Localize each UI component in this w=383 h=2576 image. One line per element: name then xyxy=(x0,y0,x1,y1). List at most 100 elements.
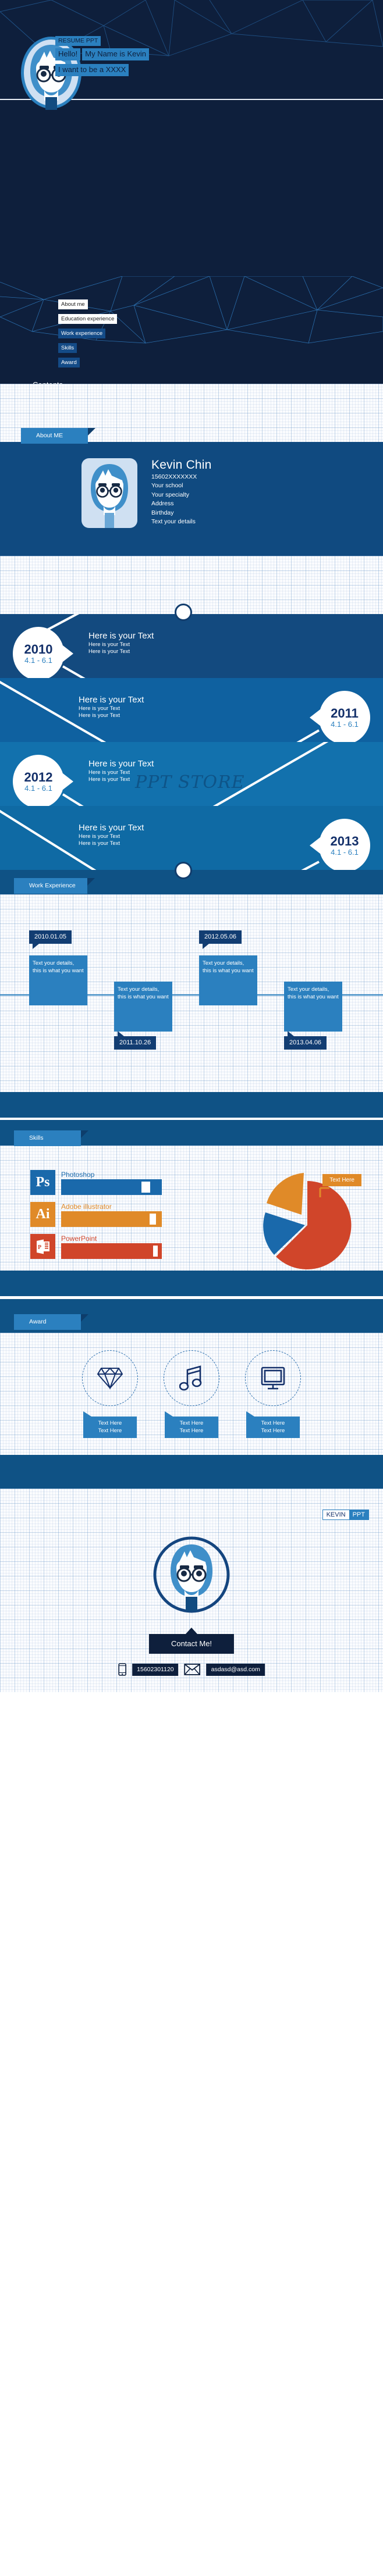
about-detail-school: Your school xyxy=(151,482,183,490)
timeline-sub-2: Here is your Text xyxy=(88,648,130,655)
skills-pie-chart: Text Here xyxy=(255,1172,361,1273)
timeline-year: 2012 xyxy=(24,770,53,784)
timeline-text-2011: Here is your Text Here is your Text Here… xyxy=(79,694,144,719)
award-item-1[interactable]: Text Here Text Here xyxy=(81,1350,139,1438)
award-text-line1: Text Here xyxy=(179,1420,204,1426)
award-header-band: Award xyxy=(0,1299,383,1333)
timeline-bubble-2010: 2010 4.1 - 6.1 xyxy=(13,627,73,678)
skills-slide: Skills Ps Photoshop Ai Adobe illustrator… xyxy=(0,1120,383,1271)
brand-badge-right: PPT xyxy=(349,1510,368,1519)
contact-email[interactable]: asdasd@asd.com xyxy=(206,1663,265,1676)
award-circle-3 xyxy=(245,1350,301,1406)
end-avatar xyxy=(151,1534,232,1618)
work-card-4: Text your details, this is what you want xyxy=(284,982,342,1032)
phone-icon xyxy=(118,1663,126,1676)
about-name: Kevin Chin xyxy=(151,458,212,472)
contact-me-button[interactable]: Contact Me! xyxy=(148,1628,235,1654)
timeline-sub-2: Here is your Text xyxy=(88,776,130,783)
award-text-line2: Text Here xyxy=(261,1428,285,1434)
music-note-icon xyxy=(179,1365,202,1391)
work-slide: Work Experience 2010.01.05 Text your det… xyxy=(0,870,383,1092)
skills-ribbon: Skills xyxy=(14,1130,88,1146)
about-ribbon: About ME xyxy=(21,428,95,444)
timeline-range: 4.1 - 6.1 xyxy=(24,656,52,665)
end-band xyxy=(0,1455,383,1489)
pie-annotation: Text Here xyxy=(322,1174,361,1186)
cover-slide: RESUME PPT Hello! My Name is Kevin I wan… xyxy=(0,0,383,276)
timeline-row-2013: 2013 4.1 - 6.1 Here is your Text Here is… xyxy=(0,806,383,870)
email-icon xyxy=(184,1664,201,1675)
timeline-bubble-2013: 2013 4.1 - 6.1 xyxy=(310,819,370,870)
about-detail-birthday: Birthday xyxy=(151,509,174,516)
photoshop-icon: Ps xyxy=(30,1170,55,1195)
resume-ppt-page: RESUME PPT Hello! My Name is Kevin I wan… xyxy=(0,0,383,1692)
timeline-row-2012: 2012 4.1 - 6.1 Here is your Text Here is… xyxy=(0,742,383,806)
toc-item-about-me[interactable]: About me xyxy=(58,299,88,309)
about-detail-specialty: Your specialty xyxy=(151,491,189,498)
award-band-upper xyxy=(0,1271,383,1296)
toc-item-skills[interactable]: Skills xyxy=(58,343,77,353)
end-slide: KEVIN PPT Contact Me! 15602301120 asdasd… xyxy=(0,1489,383,1692)
svg-text:P: P xyxy=(38,1244,41,1251)
award-tag-1: Text Here Text Here xyxy=(83,1411,137,1438)
skills-body: Ps Photoshop Ai Adobe illustrator P Powe… xyxy=(0,1146,383,1271)
award-text-line1: Text Here xyxy=(261,1420,285,1426)
brand-badge: KEVIN PPT xyxy=(322,1510,369,1520)
cover-goal: I want to be a XXXX xyxy=(55,64,129,76)
timeline-year: 2013 xyxy=(330,834,359,848)
skill-name-illustrator: Adobe illustrator xyxy=(61,1203,112,1211)
timeline-range: 4.1 - 6.1 xyxy=(331,720,359,729)
timeline-sub-2: Here is your Text xyxy=(79,840,120,847)
timeline-bubble-2012: 2012 4.1 - 6.1 xyxy=(13,755,73,806)
skill-bar-powerpoint xyxy=(61,1243,162,1259)
award-text-line2: Text Here xyxy=(179,1428,204,1434)
timeline-connector-f xyxy=(62,793,212,806)
award-tag-3: Text Here Text Here xyxy=(246,1411,300,1438)
work-body: 2010.01.05 Text your details, this is wh… xyxy=(0,894,383,1050)
toc-item-education-experience[interactable]: Education experience xyxy=(58,314,118,324)
award-circle-1 xyxy=(82,1350,138,1406)
work-date-3: 2012.05.06 xyxy=(199,930,242,949)
powerpoint-icon: P xyxy=(30,1234,55,1259)
skills-band-upper xyxy=(0,1092,383,1118)
about-detail-address: Address xyxy=(151,500,174,508)
about-panel: About ME Kevin Chin 15602XXXXXXX Your sc… xyxy=(0,428,383,556)
timeline-sub-1: Here is your Text xyxy=(88,641,130,648)
toc-item-work-experience[interactable]: Work experience xyxy=(58,329,106,338)
polygon-decoration-2 xyxy=(0,276,383,344)
timeline-heading: Here is your Text xyxy=(79,823,144,833)
award-tag-2: Text Here Text Here xyxy=(165,1411,218,1438)
skill-bar-photoshop xyxy=(61,1179,162,1195)
timeline-row-2010: 2010 4.1 - 6.1 Here is your Text Here is… xyxy=(0,614,383,678)
timeline-text-2012: Here is your Text Here is your Text Here… xyxy=(88,758,154,783)
award-item-2[interactable]: Text Here Text Here xyxy=(162,1350,221,1438)
cover-greeting-wrap: Hello! My Name is Kevin xyxy=(55,48,149,60)
pie-svg xyxy=(263,1173,352,1269)
timeline-top-spacer xyxy=(0,556,383,614)
contents-title: Contents xyxy=(24,377,72,384)
timeline-range: 4.1 - 6.1 xyxy=(331,848,359,857)
work-date-1: 2010.01.05 xyxy=(29,930,72,949)
contact-phone[interactable]: 15602301120 xyxy=(132,1663,179,1676)
timeline-range: 4.1 - 6.1 xyxy=(24,784,52,793)
timeline-node-bottom xyxy=(175,862,192,879)
illustrator-icon-label: Ai xyxy=(36,1207,50,1222)
diamond-icon xyxy=(97,1367,123,1390)
contents-slide: About me Education experience Work exper… xyxy=(0,276,383,384)
timeline-connector-d xyxy=(172,729,320,742)
timeline-heading: Here is your Text xyxy=(88,759,154,769)
work-date-4: 2013.04.06 xyxy=(284,1031,327,1050)
timeline-text-2013: Here is your Text Here is your Text Here… xyxy=(79,822,144,847)
timeline-connector-e xyxy=(195,742,343,806)
timeline-bubble-2011: 2011 4.1 - 6.1 xyxy=(310,691,370,742)
monitor-icon xyxy=(261,1367,285,1390)
timeline-heading: Here is your Text xyxy=(79,695,144,705)
cover-kicker: RESUME PPT xyxy=(55,36,101,46)
timeline-connector-b xyxy=(62,665,205,678)
about-avatar xyxy=(81,458,137,528)
skill-knob-illustrator xyxy=(150,1214,156,1225)
award-item-3[interactable]: Text Here Text Here xyxy=(244,1350,302,1438)
timeline-year: 2010 xyxy=(24,642,53,657)
timeline-sub-1: Here is your Text xyxy=(88,769,130,776)
toc-item-award[interactable]: Award xyxy=(58,358,80,368)
